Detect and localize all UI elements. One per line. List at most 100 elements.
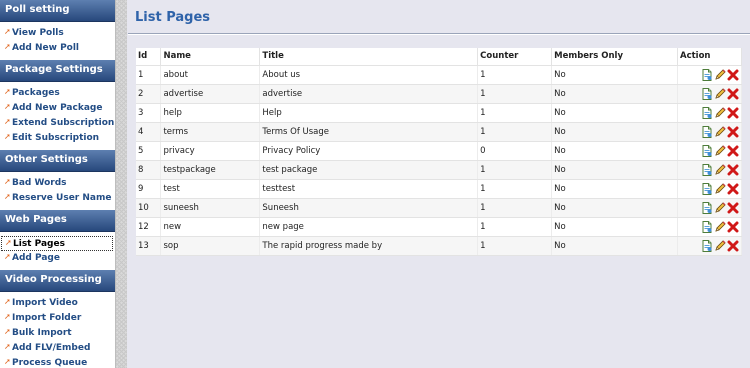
pencil-edit-icon[interactable] bbox=[714, 220, 726, 233]
pencil-edit-icon[interactable] bbox=[714, 68, 726, 81]
cell-id: 13 bbox=[136, 236, 162, 256]
arrow-bullet-icon: ➚ bbox=[4, 357, 11, 366]
sidebar-item-label: Process Queue bbox=[12, 358, 88, 368]
cell-name: test bbox=[160, 179, 261, 199]
arrow-bullet-icon: ➚ bbox=[4, 342, 11, 351]
red-x-delete-icon[interactable] bbox=[727, 126, 739, 138]
page-view-icon[interactable] bbox=[701, 163, 713, 176]
page-view-icon[interactable] bbox=[701, 220, 713, 233]
section-header-video-processing: Video Processing bbox=[0, 270, 115, 292]
sidebar-scrollbar[interactable] bbox=[115, 0, 127, 368]
cell-action bbox=[677, 141, 742, 161]
sidebar-item-label: Extend Subscription bbox=[12, 118, 115, 128]
page-view-icon[interactable] bbox=[701, 201, 713, 214]
pencil-edit-icon[interactable] bbox=[714, 106, 726, 119]
page-view-icon[interactable] bbox=[701, 182, 713, 195]
page-view-icon[interactable] bbox=[701, 68, 713, 81]
cell-members-only: No bbox=[551, 198, 678, 218]
cell-members-only: No bbox=[551, 103, 678, 123]
cell-action bbox=[677, 217, 742, 237]
page-view-icon[interactable] bbox=[701, 239, 713, 252]
pencil-edit-icon[interactable] bbox=[714, 144, 726, 157]
pencil-edit-icon[interactable] bbox=[714, 182, 726, 195]
table-row: 8 testpackage test package 1 No bbox=[136, 160, 742, 180]
red-x-delete-icon[interactable] bbox=[727, 145, 739, 157]
sidebar-item-bulk-import[interactable]: ➚Bulk Import bbox=[0, 326, 115, 341]
sidebar-item-add-new-package[interactable]: ➚Add New Package bbox=[0, 101, 115, 116]
table-row: 10 suneesh Suneesh 1 No bbox=[136, 198, 742, 218]
sidebar-item-edit-subscription[interactable]: ➚Edit Subscription bbox=[0, 131, 115, 146]
column-header-members-only: Members Only bbox=[551, 48, 678, 66]
cell-action bbox=[677, 122, 742, 142]
cell-members-only: No bbox=[551, 141, 678, 161]
sidebar-item-add-page[interactable]: ➚Add Page bbox=[0, 251, 115, 266]
red-x-delete-icon[interactable] bbox=[727, 221, 739, 233]
sidebar-section-package-settings: Package Settings ➚Packages ➚Add New Pack… bbox=[0, 60, 115, 150]
cell-action bbox=[677, 160, 742, 180]
page-view-icon[interactable] bbox=[701, 144, 713, 157]
sidebar-item-label: Import Folder bbox=[12, 313, 82, 323]
cell-action bbox=[677, 103, 742, 123]
pencil-edit-icon[interactable] bbox=[714, 125, 726, 138]
cell-action bbox=[677, 236, 742, 256]
sidebar-item-label: Add FLV/Embed bbox=[12, 343, 91, 353]
pencil-edit-icon[interactable] bbox=[714, 201, 726, 214]
red-x-delete-icon[interactable] bbox=[727, 88, 739, 100]
red-x-delete-icon[interactable] bbox=[727, 240, 739, 252]
section-header-web-pages: Web Pages bbox=[0, 210, 115, 232]
arrow-bullet-icon: ➚ bbox=[5, 238, 12, 247]
red-x-delete-icon[interactable] bbox=[727, 164, 739, 176]
page-view-icon[interactable] bbox=[701, 87, 713, 100]
cell-members-only: No bbox=[551, 122, 678, 142]
cell-id: 12 bbox=[136, 217, 162, 237]
cell-action bbox=[677, 179, 742, 199]
table-header-row: Id Name Title Counter Members Only Actio… bbox=[136, 48, 742, 66]
sidebar-item-view-polls[interactable]: ➚View Polls bbox=[0, 26, 115, 41]
red-x-delete-icon[interactable] bbox=[727, 202, 739, 214]
pencil-edit-icon[interactable] bbox=[714, 239, 726, 252]
sidebar-item-import-folder[interactable]: ➚Import Folder bbox=[0, 311, 115, 326]
sidebar-item-list-pages[interactable]: ➚List Pages bbox=[1, 236, 113, 251]
sidebar-item-add-new-poll[interactable]: ➚Add New Poll bbox=[0, 41, 115, 56]
cell-id: 10 bbox=[136, 198, 162, 218]
cell-title: Terms Of Usage bbox=[259, 122, 479, 142]
sidebar-item-packages[interactable]: ➚Packages bbox=[0, 86, 115, 101]
cell-counter: 1 bbox=[477, 103, 553, 123]
arrow-bullet-icon: ➚ bbox=[4, 27, 11, 36]
column-header-name: Name bbox=[160, 48, 261, 66]
cell-id: 3 bbox=[136, 103, 162, 123]
cell-action bbox=[677, 198, 742, 218]
sidebar-item-bad-words[interactable]: ➚Bad Words bbox=[0, 176, 115, 191]
cell-id: 1 bbox=[136, 65, 162, 85]
sidebar-item-label: Import Video bbox=[12, 298, 78, 308]
section-header-poll-setting: Poll setting bbox=[0, 0, 115, 22]
sidebar-item-extend-subscription[interactable]: ➚Extend Subscription bbox=[0, 116, 115, 131]
cell-name: testpackage bbox=[160, 160, 261, 180]
cell-title: test package bbox=[259, 160, 479, 180]
cell-counter: 1 bbox=[477, 179, 553, 199]
cell-name: sop bbox=[160, 236, 261, 256]
pages-table: Id Name Title Counter Members Only Actio… bbox=[136, 48, 742, 256]
page-view-icon[interactable] bbox=[701, 106, 713, 119]
main-content: List Pages Id Name Title Counter Members… bbox=[128, 0, 750, 368]
sidebar-item-reserve-user-name[interactable]: ➚Reserve User Name bbox=[0, 191, 115, 206]
sidebar-item-process-queue[interactable]: ➚Process Queue bbox=[0, 356, 115, 368]
red-x-delete-icon[interactable] bbox=[727, 69, 739, 81]
page-view-icon[interactable] bbox=[701, 125, 713, 138]
arrow-bullet-icon: ➚ bbox=[4, 192, 11, 201]
table-row: 12 new new page 1 No bbox=[136, 217, 742, 237]
cell-title: new page bbox=[259, 217, 479, 237]
cell-title: Privacy Policy bbox=[259, 141, 479, 161]
sidebar-item-import-video[interactable]: ➚Import Video bbox=[0, 296, 115, 311]
red-x-delete-icon[interactable] bbox=[727, 107, 739, 119]
pencil-edit-icon[interactable] bbox=[714, 87, 726, 100]
section-header-other-settings: Other Settings bbox=[0, 150, 115, 172]
sidebar-item-add-flv-embed[interactable]: ➚Add FLV/Embed bbox=[0, 341, 115, 356]
cell-title: advertise bbox=[259, 84, 479, 104]
red-x-delete-icon[interactable] bbox=[727, 183, 739, 195]
cell-action bbox=[677, 65, 742, 85]
cell-id: 2 bbox=[136, 84, 162, 104]
pencil-edit-icon[interactable] bbox=[714, 163, 726, 176]
cell-counter: 1 bbox=[477, 217, 553, 237]
cell-id: 9 bbox=[136, 179, 162, 199]
